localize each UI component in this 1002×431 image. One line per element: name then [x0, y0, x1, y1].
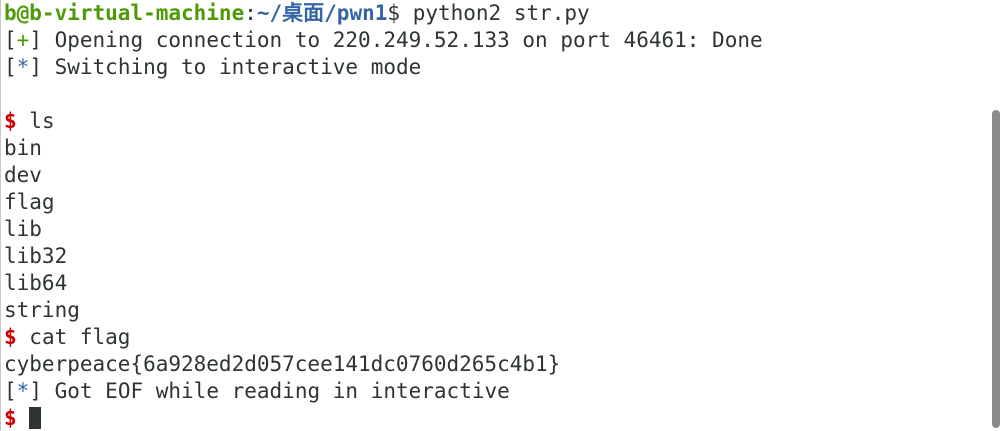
active-prompt-line[interactable]: $: [4, 405, 989, 431]
listing-entry: dev: [4, 163, 42, 187]
interactive-mode-text: Switching to interactive mode: [41, 55, 422, 79]
star-tag-icon: *: [16, 55, 30, 79]
cat-command-line: $ cat flag: [4, 324, 989, 351]
connection-status-text: Opening connection to 220.249.52.133 on …: [41, 28, 763, 52]
terminal-window[interactable]: b@b-virtual-machine:~/桌面/pwn1$ python2 s…: [0, 0, 1002, 431]
tag-bracket-close: ]: [29, 55, 42, 79]
tag-bracket-close: ]: [29, 379, 42, 403]
block-cursor-icon: [29, 407, 42, 429]
prompt-user-host: b@b-virtual-machine: [4, 1, 245, 25]
interactive-mode-line: [*] Switching to interactive mode: [4, 54, 989, 81]
dollar-prompt: $: [4, 325, 17, 349]
eof-status-line: [*] Got EOF while reading in interactive: [4, 378, 989, 405]
ls-command-line: $ ls: [4, 108, 989, 135]
plus-tag-icon: +: [16, 28, 30, 52]
prompt-dollar: $: [387, 1, 401, 25]
tag-bracket-open: [: [4, 28, 17, 52]
prompt-path: ~/桌面/pwn1: [256, 1, 388, 25]
dollar-prompt: $: [4, 109, 17, 133]
scrollbar-thumb[interactable]: [992, 110, 1000, 428]
eof-status-text: Got EOF while reading in interactive: [41, 379, 510, 403]
dollar-prompt: $: [4, 406, 17, 430]
window-left-border: [0, 0, 1, 431]
listing-entry: lib64: [4, 271, 68, 295]
listing-entry: bin: [4, 136, 42, 160]
flag-output-line: cyberpeace{6a928ed2d057cee141dc0760d265c…: [4, 352, 561, 376]
tag-bracket-open: [: [4, 55, 17, 79]
prompt-command: python2 str.py: [400, 1, 590, 25]
prompt-separator: :: [244, 1, 257, 25]
listing-entry: lib32: [4, 244, 68, 268]
star-tag-icon: *: [16, 379, 30, 403]
tag-bracket-open: [: [4, 379, 17, 403]
ls-command: ls: [16, 109, 55, 133]
terminal-output[interactable]: b@b-virtual-machine:~/桌面/pwn1$ python2 s…: [4, 0, 989, 431]
listing-entry: string: [4, 298, 80, 322]
connection-status-line: [+] Opening connection to 220.249.52.133…: [4, 27, 989, 54]
vertical-scrollbar[interactable]: [990, 0, 1002, 431]
tag-bracket-close: ]: [29, 28, 42, 52]
cat-command: cat flag: [16, 325, 131, 349]
shell-prompt-line: b@b-virtual-machine:~/桌面/pwn1$ python2 s…: [4, 0, 989, 27]
listing-entry: lib: [4, 217, 42, 241]
listing-entry: flag: [4, 190, 55, 214]
